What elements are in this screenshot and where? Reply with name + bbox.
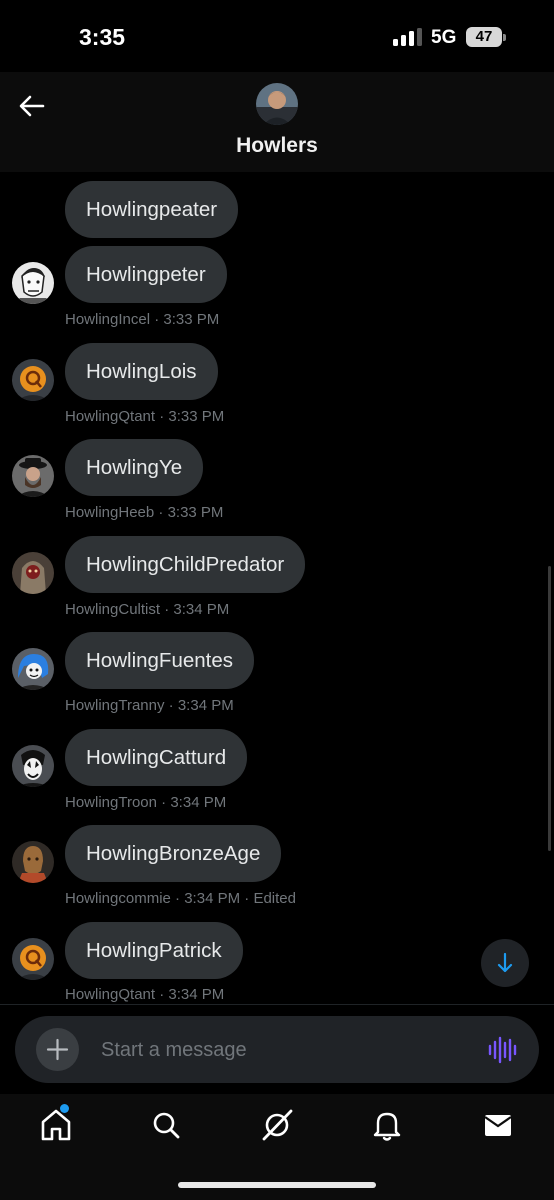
sender-name: HowlingHeeb	[65, 504, 155, 521]
message-bubble[interactable]: Howlingpeter	[65, 246, 227, 303]
sender-avatar[interactable]	[12, 841, 54, 883]
meta-separator: ·	[164, 697, 178, 714]
composer-divider	[0, 1004, 554, 1005]
sender-avatar[interactable]	[12, 552, 54, 594]
message-time: 3:33 PM	[168, 408, 225, 425]
home-notification-dot	[60, 1104, 69, 1113]
meta-separator: ·	[157, 794, 171, 811]
conversation-header: Howlers	[0, 72, 554, 172]
message-bubble[interactable]: HowlingPatrick	[65, 922, 243, 979]
sender-avatar[interactable]	[12, 938, 54, 980]
sender-avatar[interactable]	[12, 359, 54, 401]
message-meta: HowlingHeeb · 3:33 PM	[65, 504, 223, 521]
arrow-left-icon	[19, 95, 45, 117]
message-input[interactable]	[101, 1033, 461, 1067]
message-time: 3:34 PM	[170, 794, 227, 811]
bell-icon	[373, 1112, 401, 1141]
battery-icon: 47	[466, 27, 502, 47]
message-time: 3:34 PM	[173, 601, 230, 618]
status-time: 3:35	[79, 24, 126, 50]
message-meta: HowlingTroon · 3:34 PM	[65, 794, 226, 811]
tab-notifications[interactable]	[367, 1107, 407, 1143]
signal-icon	[393, 28, 423, 46]
add-media-button[interactable]	[36, 1028, 79, 1071]
home-indicator[interactable]	[178, 1182, 376, 1188]
sender-name: HowlingTranny	[65, 697, 165, 714]
sender-avatar[interactable]	[12, 745, 54, 787]
meta-separator: ·	[170, 890, 185, 907]
sender-name: HowlingCultist	[65, 601, 161, 618]
message-time: 3:33 PM	[167, 504, 224, 521]
message-composer	[15, 1016, 539, 1083]
sender-name: HowlingIncel	[65, 311, 151, 328]
message-meta: HowlingTranny · 3:34 PM	[65, 697, 234, 714]
tab-home[interactable]	[36, 1107, 76, 1143]
scrollbar[interactable]	[548, 566, 551, 851]
sender-name: HowlingQtant	[65, 986, 156, 1003]
network-label: 5G	[431, 27, 457, 48]
message-time: 3:34 PM	[168, 986, 225, 1003]
sender-avatar[interactable]	[12, 262, 54, 304]
sender-name: Howlingcommie	[65, 890, 171, 907]
message-meta: Howlingcommie · 3:34 PM · Edited	[65, 890, 296, 907]
battery-tip	[503, 34, 506, 41]
message-meta: HowlingCultist · 3:34 PM	[65, 601, 229, 618]
battery-level: 47	[475, 28, 493, 45]
meta-separator: ·	[155, 986, 169, 1003]
status-bar: 3:35 5G 47	[0, 0, 554, 72]
message-time: 3:34 PM	[184, 890, 241, 907]
grok-icon	[262, 1109, 293, 1141]
plus-icon	[46, 1038, 69, 1061]
mail-icon	[484, 1115, 512, 1136]
meta-separator: ·	[150, 311, 164, 328]
sender-avatar[interactable]	[12, 648, 54, 690]
message-list[interactable]: Howlingpeater Howlingpeter HowlingIncel …	[0, 172, 554, 1004]
sender-name: HowlingTroon	[65, 794, 157, 811]
edited-label: Edited	[253, 890, 296, 907]
message-bubble[interactable]: HowlingFuentes	[65, 632, 254, 689]
message-meta: HowlingQtant · 3:34 PM	[65, 986, 224, 1003]
message-time: 3:34 PM	[177, 697, 234, 714]
home-icon	[41, 1109, 71, 1141]
back-button[interactable]	[16, 90, 48, 122]
message-bubble[interactable]: HowlingYe	[65, 439, 204, 496]
meta-separator: ·	[154, 504, 168, 521]
sender-avatar[interactable]	[12, 455, 54, 497]
group-avatar[interactable]	[256, 83, 298, 125]
message-bubble[interactable]: HowlingBronzeAge	[65, 825, 282, 882]
message-bubble[interactable]: HowlingChildPredator	[65, 536, 306, 593]
message-meta: HowlingIncel · 3:33 PM	[65, 311, 219, 328]
message-meta: HowlingQtant · 3:33 PM	[65, 408, 224, 425]
message-bubble[interactable]: HowlingCatturd	[65, 729, 248, 786]
voice-message-button[interactable]	[485, 1033, 519, 1067]
waveform-icon	[488, 1036, 517, 1064]
tab-search[interactable]	[146, 1107, 186, 1143]
search-icon	[153, 1112, 180, 1139]
tab-grok[interactable]	[257, 1107, 297, 1143]
message-bubble[interactable]: Howlingpeater	[65, 181, 239, 238]
conversation-title: Howlers	[236, 134, 318, 157]
meta-separator: ·	[160, 601, 174, 618]
scroll-to-bottom-button[interactable]	[481, 939, 529, 987]
message-bubble[interactable]: HowlingLois	[65, 343, 218, 400]
tab-messages[interactable]	[478, 1107, 518, 1143]
meta-separator: ·	[240, 890, 254, 907]
meta-separator: ·	[155, 408, 169, 425]
sender-name: HowlingQtant	[65, 408, 156, 425]
arrow-down-icon	[497, 952, 513, 973]
message-time: 3:33 PM	[163, 311, 220, 328]
